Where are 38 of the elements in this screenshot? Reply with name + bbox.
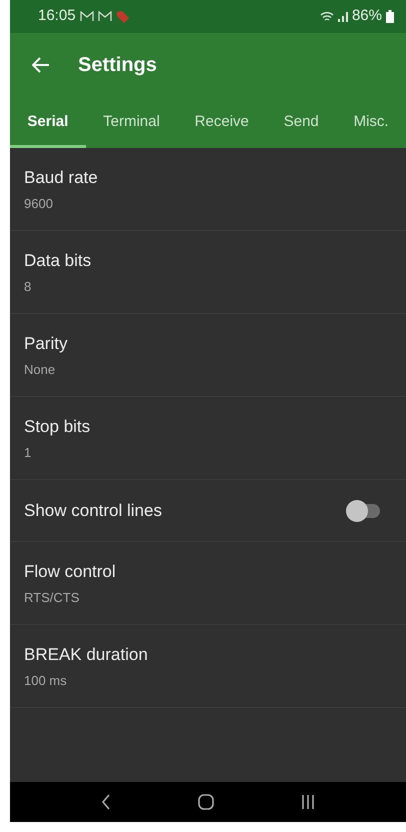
setting-title: Stop bits — [24, 416, 92, 438]
setting-title: Data bits — [24, 250, 92, 272]
wifi-icon — [320, 10, 334, 22]
setting-row[interactable]: Stop bits 1 — [10, 397, 406, 480]
setting-title: Flow control — [24, 560, 117, 582]
setting-value: 100 ms — [24, 672, 68, 690]
mail-icon — [98, 11, 112, 22]
back-nav-icon[interactable] — [101, 794, 112, 810]
setting-row[interactable]: Flow control RTS/CTS — [10, 542, 406, 625]
battery-percent: 86% — [352, 6, 382, 26]
clock-time: 16:05 — [38, 6, 76, 26]
tag-icon — [116, 10, 130, 23]
tab[interactable]: Receive — [177, 96, 266, 148]
setting-value: 9600 — [24, 195, 54, 213]
recents-nav-icon[interactable] — [300, 794, 315, 810]
tab[interactable]: Terminal — [86, 96, 178, 148]
setting-title: BREAK duration — [24, 644, 149, 666]
tab[interactable]: Send — [266, 96, 336, 148]
setting-row[interactable]: Show control lines — [10, 480, 406, 542]
setting-row[interactable]: Parity None — [10, 314, 406, 397]
setting-value: 1 — [24, 444, 32, 462]
setting-row[interactable]: Data bits 8 — [10, 231, 406, 314]
setting-value: RTS/CTS — [24, 589, 80, 607]
screen-title: Settings — [78, 52, 157, 78]
mail-icon — [80, 11, 94, 22]
setting-title: Parity — [24, 332, 68, 354]
tab[interactable]: Misc. — [336, 96, 406, 148]
tab[interactable]: Serial — [10, 96, 86, 148]
setting-row[interactable]: BREAK duration 100 ms — [10, 625, 406, 708]
setting-title: Show control lines — [24, 500, 162, 522]
setting-row[interactable]: Baud rate 9600 — [10, 148, 406, 231]
setting-value: 8 — [24, 278, 32, 296]
signal-icon — [338, 11, 348, 22]
setting-value: None — [24, 361, 56, 379]
battery-icon — [386, 10, 394, 23]
setting-title: Baud rate — [24, 166, 99, 188]
back-arrow-icon[interactable] — [32, 56, 50, 72]
home-nav-icon[interactable] — [198, 794, 214, 810]
